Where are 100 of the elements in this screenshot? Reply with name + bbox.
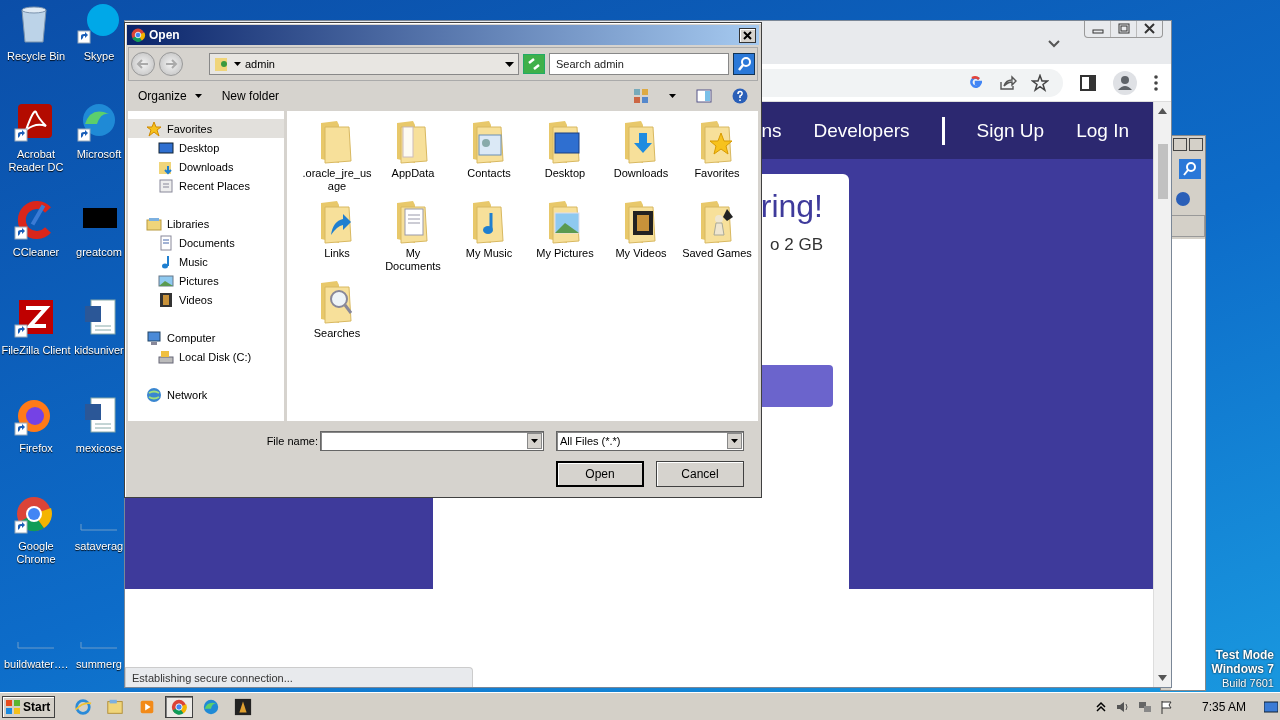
icon-label[interactable]: greatcom: [72, 246, 126, 259]
side-panel-icon[interactable]: [1079, 73, 1097, 92]
nav-pane-item[interactable]: Favorites: [128, 119, 284, 138]
icon-label[interactable]: summerg: [72, 658, 126, 671]
folder-item[interactable]: .oracle_jre_usage: [299, 119, 375, 199]
folder-item[interactable]: My Documents: [375, 199, 451, 279]
refresh-icon: [526, 56, 542, 72]
preview-pane-icon[interactable]: [696, 88, 712, 104]
folder-item[interactable]: Contacts: [451, 119, 527, 199]
nav-pane-item[interactable]: Downloads: [128, 157, 284, 176]
address-field[interactable]: admin: [209, 53, 519, 75]
os-info-text: Build 7601: [1222, 676, 1274, 690]
app-icon: [234, 697, 253, 716]
share-icon[interactable]: [999, 73, 1017, 92]
picture-icon: [158, 272, 174, 289]
film-icon: [158, 291, 174, 308]
hero-text: o 2 GB: [770, 235, 823, 255]
icon-label[interactable]: Skype: [72, 50, 126, 63]
search-field[interactable]: Search admin: [549, 53, 729, 75]
star-icon[interactable]: [1031, 73, 1049, 92]
chat-app-icon[interactable]: [77, 4, 121, 46]
search-icon[interactable]: [1179, 159, 1201, 179]
nav-pane-item[interactable]: Desktop: [128, 138, 284, 157]
folder-icon: [106, 697, 125, 716]
help-icon[interactable]: [1175, 191, 1191, 207]
icon-label[interactable]: CCleaner: [0, 246, 72, 259]
nav-pane-item[interactable]: Recent Places: [128, 176, 284, 195]
status-bubble: Establishing secure connection...: [125, 667, 473, 687]
icon-label[interactable]: buildwater….: [0, 658, 72, 671]
nav-link[interactable]: ns: [761, 119, 782, 142]
nav-pane-item[interactable]: Local Disk (C:): [128, 347, 284, 366]
browser-icon: [202, 697, 221, 716]
caret-icon[interactable]: [234, 62, 241, 66]
show-desktop-icon[interactable]: [1264, 699, 1278, 714]
caret-icon[interactable]: [531, 439, 538, 443]
nav-pane-item[interactable]: Network: [128, 385, 284, 404]
start-button[interactable]: Start: [2, 695, 56, 718]
folder-item[interactable]: My Videos: [603, 199, 679, 279]
recent-places-icon: [158, 177, 174, 194]
close-button[interactable]: [1189, 138, 1203, 151]
folder-item[interactable]: Favorites: [679, 119, 755, 199]
refresh-button[interactable]: [523, 54, 545, 74]
icon-label[interactable]: kidsuniver: [72, 344, 126, 357]
nav-link[interactable]: Developers: [813, 119, 910, 142]
caret-icon[interactable]: [669, 94, 676, 98]
icon-label[interactable]: Firefox: [0, 442, 72, 455]
nav-link[interactable]: Sign Up: [976, 119, 1045, 142]
nav-pane-item[interactable]: Music: [128, 252, 284, 271]
clock[interactable]: 7:35 AM: [1201, 699, 1246, 714]
maximize-button[interactable]: [1173, 138, 1187, 151]
caret-icon: [194, 94, 202, 98]
scroll-up-icon[interactable]: [1158, 108, 1167, 114]
file-name-field[interactable]: [320, 431, 544, 451]
chevron-down-icon[interactable]: [1047, 39, 1061, 49]
hero-heading: ring!: [760, 188, 823, 225]
icon-label[interactable]: Microsoft: [72, 148, 126, 161]
os-info-text: Windows 7: [1211, 662, 1274, 676]
new-folder-button[interactable]: New folder: [221, 87, 280, 105]
folder-item[interactable]: AppData: [375, 119, 451, 199]
nav-link[interactable]: Log In: [1076, 119, 1129, 142]
windows-logo-icon: [5, 698, 21, 715]
close-button[interactable]: [739, 27, 756, 43]
folder-item[interactable]: Downloads: [603, 119, 679, 199]
profile-icon[interactable]: [1113, 70, 1137, 95]
star-icon: [146, 120, 162, 137]
nav-pane-item[interactable]: Computer: [128, 328, 284, 347]
dialog-button[interactable]: Cancel: [656, 461, 744, 487]
network-icon[interactable]: [1137, 699, 1152, 714]
nav-pane-item[interactable]: Videos: [128, 290, 284, 309]
icon-label[interactable]: mexicose: [72, 442, 126, 455]
caret-icon[interactable]: [731, 439, 738, 443]
folder-item[interactable]: Saved Games: [679, 199, 755, 279]
browser-icon: [170, 697, 189, 716]
scroll-down-icon[interactable]: [1158, 675, 1167, 681]
folder-item[interactable]: My Music: [451, 199, 527, 279]
user-folder-icon: [214, 56, 230, 72]
view-icon[interactable]: [633, 88, 649, 104]
organize-button[interactable]: Organize: [138, 87, 202, 105]
scrollbar-thumb[interactable]: [1157, 144, 1168, 199]
dialog-button[interactable]: Open: [556, 461, 644, 487]
folder-item[interactable]: Searches: [299, 279, 375, 359]
folder-item[interactable]: My Pictures: [527, 199, 603, 279]
icon-label[interactable]: Google Chrome: [0, 540, 72, 566]
nav-pane-item[interactable]: Pictures: [128, 271, 284, 290]
network-icon: [146, 386, 162, 403]
nav-pane-item[interactable]: Documents: [128, 233, 284, 252]
speaker-icon[interactable]: [1115, 699, 1130, 714]
flag-icon[interactable]: [1159, 699, 1174, 714]
search-button[interactable]: [733, 53, 755, 75]
folder-item[interactable]: Desktop: [527, 119, 603, 199]
file-type-dropdown[interactable]: All Files (*.*): [556, 431, 744, 451]
help-icon[interactable]: [732, 88, 748, 104]
icon-label[interactable]: Recycle Bin: [0, 50, 72, 63]
nav-pane-item[interactable]: Libraries: [128, 214, 284, 233]
icon-label[interactable]: FileZilla Client: [0, 344, 72, 357]
icon-label[interactable]: Acrobat Reader DC: [0, 148, 72, 174]
folder-item[interactable]: Links: [299, 199, 375, 279]
menu-icon[interactable]: [1153, 73, 1159, 92]
icon-label[interactable]: sataverag: [72, 540, 126, 553]
taskbar-button[interactable]: [165, 695, 194, 718]
